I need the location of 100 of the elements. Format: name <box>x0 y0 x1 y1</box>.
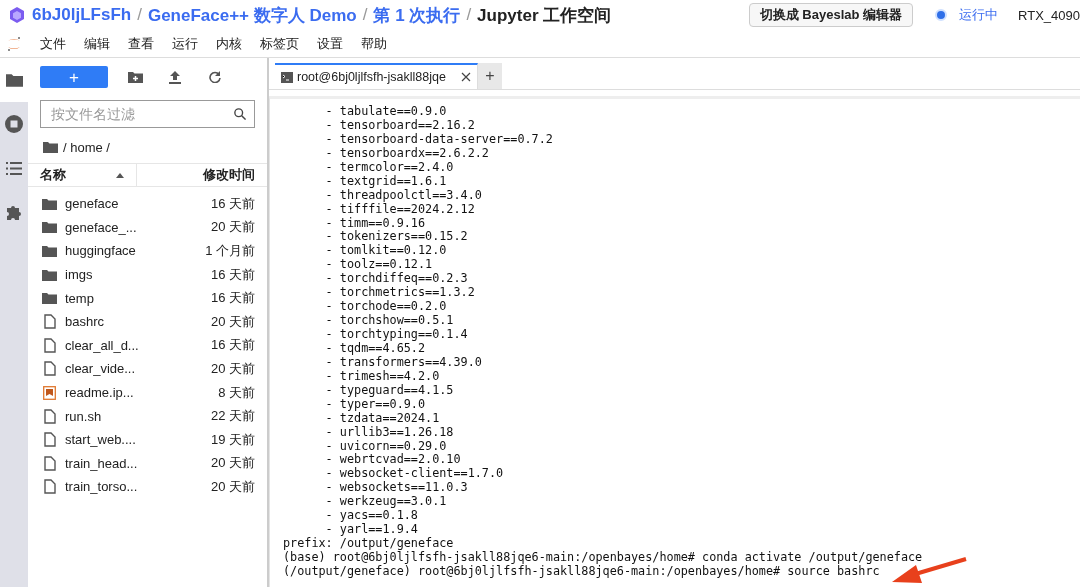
terminal-line: - torchode==0.2.0 <box>324 300 447 314</box>
close-icon[interactable] <box>461 72 471 82</box>
modified-time: 19 天前 <box>210 430 255 449</box>
terminal-line: - torchshow==0.5.1 <box>324 314 454 328</box>
modified-time: 16 天前 <box>210 194 255 213</box>
refresh-icon[interactable] <box>209 71 221 83</box>
folder-icon <box>42 245 57 257</box>
breadcrumb-separator: / <box>362 5 368 25</box>
modified-time: 8 天前 <box>218 383 255 402</box>
file-name[interactable]: start_web.... <box>65 432 211 448</box>
terminal-panel[interactable] <box>269 96 1080 587</box>
file-name[interactable]: huggingface <box>65 243 206 259</box>
folder-icon <box>43 141 58 153</box>
sidebar-tab[interactable] <box>0 58 28 102</box>
menu-item[interactable]: 标签页 <box>260 34 299 53</box>
logo-icon <box>8 6 26 24</box>
terminal-line: - websocket-client==1.7.0 <box>324 467 504 481</box>
breadcrumb-link[interactable]: 6bJ0ljLFsFh <box>32 5 132 25</box>
file-name[interactable]: readme.ip... <box>65 385 219 401</box>
file-name[interactable]: train_torso... <box>65 479 211 495</box>
modified-time: 16 天前 <box>210 336 255 355</box>
terminal-line: - textgrid==1.6.1 <box>324 174 447 189</box>
terminal-line: - tokenizers==0.15.2 <box>324 230 468 244</box>
menu-item[interactable]: 运行 <box>172 34 198 53</box>
terminal-line: - timm==0.9.16 <box>324 216 426 230</box>
menu-item[interactable]: 设置 <box>317 34 343 53</box>
stop-icon[interactable] <box>5 115 23 133</box>
file-name[interactable]: train_head... <box>65 455 211 471</box>
folder-icon <box>42 197 57 210</box>
menu-item[interactable]: 查看 <box>128 34 154 53</box>
terminal-line: - tomlkit==0.12.0 <box>324 244 447 258</box>
terminal-line: - werkzeug==3.0.1 <box>324 495 447 510</box>
terminal-line: prefix: /output/geneface <box>283 537 454 551</box>
modified-time: 20 天前 <box>210 477 255 496</box>
terminal-line: - webrtcvad==2.0.10 <box>324 453 461 467</box>
modified-time: 20 天前 <box>210 359 255 378</box>
new-folder-icon[interactable] <box>127 71 143 83</box>
file-icon <box>43 408 56 424</box>
folder-icon[interactable] <box>5 73 23 87</box>
modified-time: 1 个月前 <box>205 242 255 260</box>
terminal-line: - torchdiffeq==0.2.3 <box>324 272 468 286</box>
file-name[interactable]: imgs <box>65 267 211 283</box>
file-name[interactable]: run.sh <box>65 408 211 424</box>
terminal-line: - trimesh==4.2.0 <box>324 369 440 384</box>
terminal-line: - tensorboard-data-server==0.7.2 <box>324 132 553 147</box>
switch-editor-button[interactable]: 切换成 Bayeslab 编辑器 <box>748 3 914 27</box>
terminal-line: - torchtyping==0.1.4 <box>324 328 468 342</box>
terminal-line: - tabulate==0.9.0 <box>324 105 447 119</box>
filter-input[interactable]: 按文件名过滤 <box>49 105 234 123</box>
filter-field[interactable]: 按文件名过滤 <box>40 100 255 128</box>
modified-time: 16 天前 <box>210 289 255 308</box>
file-name[interactable]: geneface_... <box>65 219 211 235</box>
modified-time: 16 天前 <box>210 265 255 284</box>
terminal-tab[interactable]: root@6bj0ljlfsfh-jsakll88jqe <box>275 63 478 89</box>
terminal-line: - typeguard==4.1.5 <box>324 383 454 398</box>
terminal-line: - tensorboardx==2.6.2.2 <box>324 146 489 161</box>
breadcrumb-separator: / <box>466 5 472 25</box>
notebook-icon <box>43 385 56 400</box>
breadcrumb-link[interactable]: GeneFace++ 数字人 Demo <box>147 3 357 27</box>
upload-icon[interactable] <box>169 70 181 84</box>
terminal-line: - yacs==0.1.8 <box>324 509 418 523</box>
list-icon[interactable] <box>6 161 22 175</box>
file-icon <box>43 361 56 377</box>
breadcrumb-separator: / <box>137 5 142 25</box>
status-dot <box>935 9 948 21</box>
file-name[interactable]: bashrc <box>65 314 211 330</box>
terminal-line: - websockets==11.0.3 <box>324 481 468 495</box>
sort-caret-icon <box>116 172 124 178</box>
menu-item[interactable]: 帮助 <box>361 34 387 53</box>
gpu-label: RTX_4090 <box>1018 7 1080 23</box>
file-name[interactable]: temp <box>65 290 211 306</box>
file-icon <box>43 314 56 330</box>
file-icon <box>43 479 56 495</box>
terminal-line: (/output/geneface) root@6bj0ljlfsfh-jsakll88jqe6-main:/openbayes/home# source bashrc <box>283 564 880 579</box>
file-name[interactable]: clear_vide... <box>65 361 211 377</box>
menu-item[interactable]: 编辑 <box>84 34 110 53</box>
terminal-line: - uvicorn==0.29.0 <box>324 439 447 453</box>
puzzle-icon[interactable] <box>6 204 22 220</box>
name-column-header[interactable]: 名称 <box>28 164 137 186</box>
modified-column-header[interactable]: 修改时间 <box>137 164 267 186</box>
new-launcher-button[interactable]: + <box>40 66 108 88</box>
terminal-line: - transformers==4.39.0 <box>324 355 482 370</box>
path-breadcrumb[interactable]: / home / <box>63 139 110 155</box>
terminal-line: - termcolor==2.4.0 <box>324 160 454 175</box>
new-tab-button[interactable]: + <box>478 63 502 89</box>
menu-item[interactable]: 文件 <box>40 34 66 53</box>
terminal-line: - urllib3==1.26.18 <box>324 425 454 440</box>
modified-time: 22 天前 <box>210 407 255 426</box>
file-icon <box>43 432 56 448</box>
modified-time: 20 天前 <box>210 312 255 331</box>
menu-item[interactable]: 内核 <box>216 34 242 53</box>
file-name[interactable]: clear_all_d... <box>65 337 211 353</box>
terminal-line: - toolz==0.12.1 <box>324 258 433 272</box>
file-name[interactable]: geneface <box>65 196 211 212</box>
search-icon <box>234 107 246 121</box>
breadcrumb-link[interactable]: 第 1 次执行 <box>373 3 461 27</box>
modified-time: 20 天前 <box>210 454 255 473</box>
terminal-line: - tzdata==2024.1 <box>324 411 440 426</box>
terminal-line: - tifffile==2024.2.12 <box>324 202 475 217</box>
file-icon <box>43 337 56 353</box>
